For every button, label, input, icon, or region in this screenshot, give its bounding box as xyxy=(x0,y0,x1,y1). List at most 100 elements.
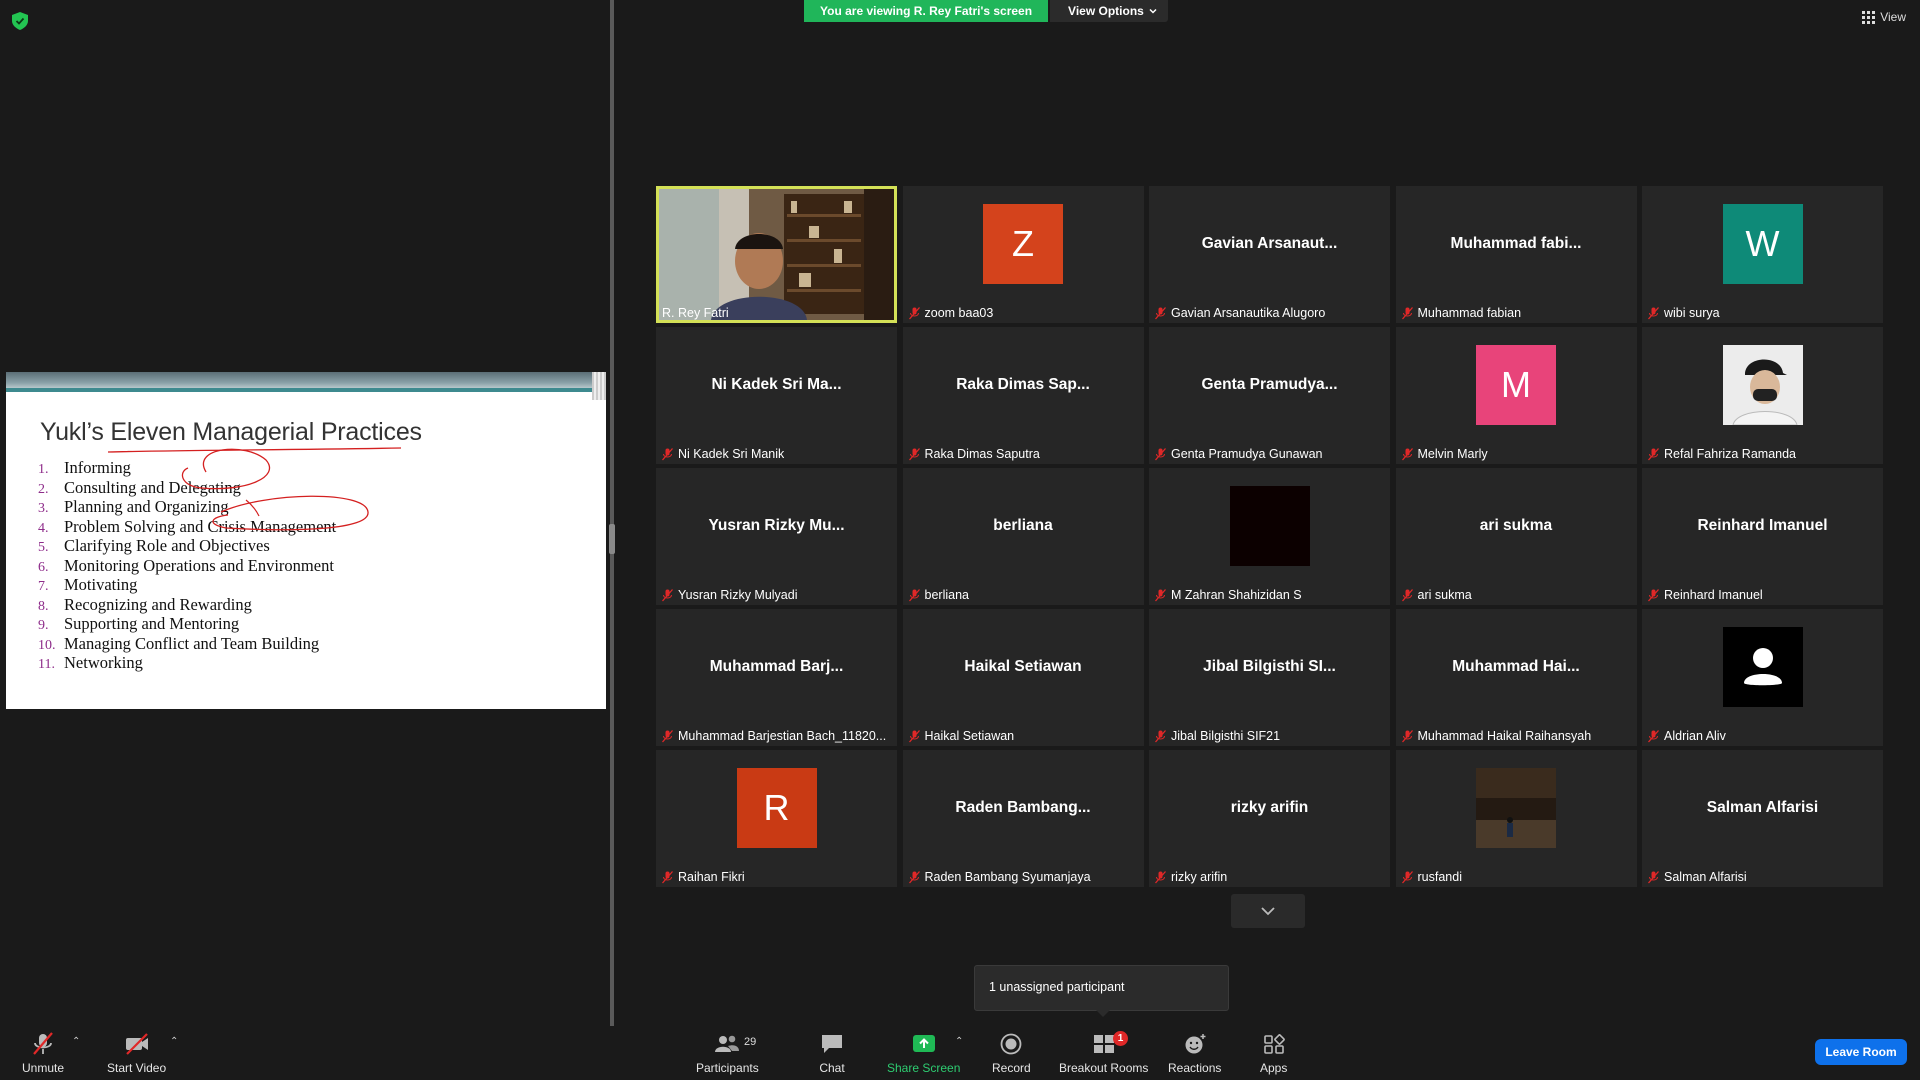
audio-options-caret-icon[interactable]: ⌃ xyxy=(72,1036,80,1047)
muted-microphone-icon xyxy=(662,447,673,460)
slide-list-item: 9. Supporting and Mentoring xyxy=(38,614,336,634)
breakout-rooms-button[interactable]: Breakout Rooms xyxy=(1059,1032,1148,1075)
participant-name: M Zahran Shahizidan S xyxy=(1171,588,1302,602)
slide-item-number: 3. xyxy=(38,501,49,516)
participant-tile[interactable]: Raden Bambang... Raden Bambang Syumanjaya xyxy=(902,750,1144,887)
apps-button[interactable]: Apps xyxy=(1260,1032,1287,1075)
muted-microphone-icon xyxy=(1401,447,1413,460)
participant-tile[interactable]: R. Rey Fatri xyxy=(656,186,897,323)
reactions-button[interactable]: Reactions xyxy=(1168,1032,1221,1075)
slide-item-text: Supporting and Mentoring xyxy=(64,614,240,633)
participant-tile[interactable]: rusfandi xyxy=(1395,750,1637,887)
slide-item-text: Recognizing and Rewarding xyxy=(64,594,252,614)
slide-item-number: 7. xyxy=(38,579,49,594)
participant-tile[interactable]: Ni Kadek Sri Ma... Ni Kadek Sri Manik xyxy=(656,327,897,464)
share-screen-button[interactable]: Share Screen xyxy=(887,1032,960,1075)
participant-display-name: Jibal Bilgisthi SI... xyxy=(1203,657,1336,675)
apps-label: Apps xyxy=(1260,1061,1288,1075)
muted-microphone-icon xyxy=(1155,447,1166,460)
tooltip-text: 1 unassigned participant xyxy=(989,980,1125,994)
participant-tile[interactable]: Wwibi surya xyxy=(1642,186,1883,323)
participant-name-tag: Aldrian Aliv xyxy=(1648,729,1726,743)
participant-name-tag: wibi surya xyxy=(1648,306,1720,320)
slide-list-item: 3. Planning and Organizing xyxy=(38,497,336,517)
chevron-down-icon xyxy=(1261,907,1275,916)
muted-microphone-icon xyxy=(908,729,920,742)
muted-microphone-icon xyxy=(908,870,920,883)
security-shield-icon[interactable] xyxy=(12,12,28,30)
participant-name-tag: Muhammad fabian xyxy=(1401,306,1521,320)
view-options-button[interactable]: View Options xyxy=(1050,0,1168,22)
participant-tile[interactable]: berliana berliana xyxy=(902,468,1144,605)
unmute-button[interactable]: Unmute xyxy=(22,1032,64,1075)
participant-tile-content: Raka Dimas Sap... xyxy=(903,327,1144,442)
video-off-icon xyxy=(125,1033,148,1055)
slide-item-number: 2. xyxy=(38,481,49,497)
participant-tile[interactable]: Aldrian Aliv xyxy=(1642,609,1883,746)
participant-name-tag: berliana xyxy=(908,588,969,602)
participant-name: zoom baa03 xyxy=(924,306,994,320)
muted-microphone-icon xyxy=(1401,588,1413,601)
muted-microphone-icon xyxy=(1648,870,1659,883)
participant-tile[interactable]: Muhammad fabi... Muhammad fabian xyxy=(1395,186,1637,323)
participant-tile[interactable]: Haikal Setiawan Haikal Setiawan xyxy=(902,609,1144,746)
participant-name: rusfandi xyxy=(1417,870,1462,884)
participants-label: Participants xyxy=(696,1061,759,1075)
participant-name: rizky arifin xyxy=(1171,870,1228,884)
participant-display-name: Muhammad fabi... xyxy=(1450,234,1582,252)
participant-tile-content xyxy=(1642,609,1883,724)
splitter-drag-handle[interactable] xyxy=(609,524,615,554)
chat-button[interactable]: Chat xyxy=(819,1032,845,1075)
slide-list-item: 11. Networking xyxy=(38,653,336,673)
participant-tile[interactable]: Refal Fahriza Ramanda xyxy=(1642,327,1883,464)
muted-microphone-icon xyxy=(1401,306,1413,319)
participant-tile[interactable]: Salman Alfarisi Salman Alfarisi xyxy=(1642,750,1883,887)
start-video-button[interactable]: Start Video xyxy=(107,1032,166,1075)
next-page-button[interactable] xyxy=(1231,894,1305,928)
participant-name: ari sukma xyxy=(1417,588,1472,602)
avatar: R xyxy=(736,767,817,848)
video-options-caret-icon[interactable]: ⌃ xyxy=(170,1036,178,1047)
participant-tile[interactable]: Gavian Arsanaut... Gavian Arsanautika Alu… xyxy=(1149,186,1390,323)
participant-video-feed xyxy=(659,189,894,320)
share-options-caret-icon[interactable]: ⌃ xyxy=(955,1036,963,1047)
leave-room-button[interactable]: Leave Room xyxy=(1815,1039,1907,1065)
muted-microphone-icon xyxy=(1401,870,1413,883)
participant-tile[interactable]: ari sukma ari sukma xyxy=(1395,468,1637,605)
participant-tile[interactable]: Raka Dimas Sap... Raka Dimas Saputra xyxy=(902,327,1144,464)
muted-microphone-icon xyxy=(33,1032,53,1055)
avatar: Z xyxy=(983,203,1063,284)
participant-display-name: Gavian Arsanaut... xyxy=(1201,234,1338,252)
participant-name-tag: Gavian Arsanautika Alugoro xyxy=(1155,306,1325,320)
slide-list-item: 6. Monitoring Operations and Environment xyxy=(38,556,336,576)
reactions-label: Reactions xyxy=(1168,1061,1222,1075)
participant-tile[interactable]: Yusran Rizky Mu... Yusran Rizky Mulyadi xyxy=(656,468,897,605)
participant-tile[interactable]: M Zahran Shahizidan S xyxy=(1149,468,1390,605)
participant-name-tag: Raden Bambang Syumanjaya xyxy=(908,870,1091,884)
participant-tile[interactable]: Genta Pramudya... Genta Pramudya Gunawan xyxy=(1149,327,1390,464)
participant-tile[interactable]: R Raihan Fikri xyxy=(656,750,897,887)
muted-microphone-icon xyxy=(1155,588,1166,601)
panel-splitter[interactable] xyxy=(610,0,614,1026)
participant-tile[interactable]: Muhammad Barj... Muhammad Barjestian Bach… xyxy=(656,609,897,746)
participant-name: Aldrian Aliv xyxy=(1664,729,1726,743)
participant-tile[interactable]: Zzoom baa03 xyxy=(902,186,1144,323)
participant-tile[interactable]: M Melvin Marly xyxy=(1395,327,1637,464)
participant-name-tag: Melvin Marly xyxy=(1401,447,1488,461)
participant-tile[interactable]: rizky arifin rizky arifin xyxy=(1149,750,1390,887)
apps-icon xyxy=(1263,1034,1285,1054)
view-layout-button[interactable]: View xyxy=(1862,10,1906,24)
participant-tile[interactable]: Jibal Bilgisthi SI... Jibal Bilgisthi SIF… xyxy=(1149,609,1390,746)
slide-item-text: Informing xyxy=(64,458,131,477)
participant-tile[interactable]: Reinhard Imanuel Reinhard Imanuel xyxy=(1642,468,1883,605)
viewing-screen-label: You are viewing R. Rey Fatri's screen xyxy=(804,0,1049,22)
start-video-label: Start Video xyxy=(107,1061,167,1075)
profile-photo xyxy=(1722,344,1803,425)
participant-name: Reinhard Imanuel xyxy=(1664,588,1763,602)
participant-tile[interactable]: Muhammad Hai... Muhammad Haikal Raihansya… xyxy=(1395,609,1637,746)
participant-name-tag: Salman Alfarisi xyxy=(1648,870,1747,884)
muted-microphone-icon xyxy=(1155,306,1166,319)
participant-tile-content xyxy=(1149,468,1390,583)
record-button[interactable]: Record xyxy=(992,1032,1031,1075)
participant-display-name: Ni Kadek Sri Ma... xyxy=(711,375,842,393)
